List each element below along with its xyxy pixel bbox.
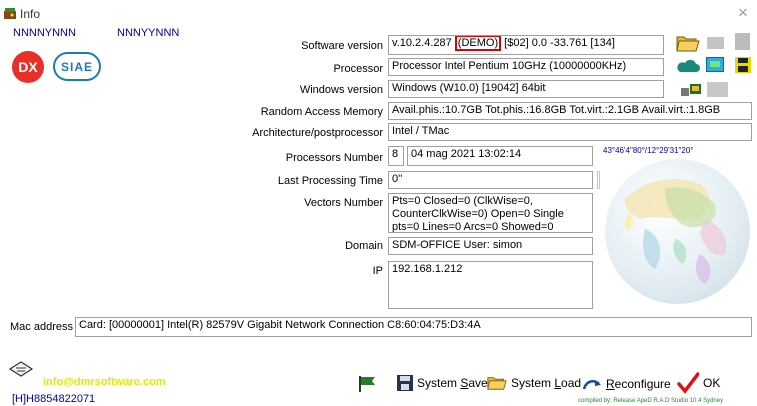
domain-field: SDM-OFFICE User: simon [388, 237, 593, 255]
last-processing-field: 0'' [388, 171, 593, 189]
ram-field: Avail.phis.:10.7GB Tot.phis.:16.8GB Tot.… [388, 102, 752, 120]
folder-icon[interactable] [676, 33, 700, 53]
network-icon[interactable] [680, 82, 702, 98]
disabled-icon [707, 37, 724, 49]
ip-label: IP [372, 265, 383, 277]
last-processing-label: Last Processing Time [277, 175, 383, 187]
flag-icon[interactable] [358, 375, 378, 393]
software-version-field: v.10.2.4.287 (DEMO) [$02] 0.0 -33.761 [1… [388, 35, 664, 55]
code-left: NNNNYNNN [13, 27, 76, 39]
reconfigure-label: Reconfigure [606, 377, 671, 391]
close-icon[interactable]: × [738, 3, 748, 23]
floppy-icon [397, 375, 413, 391]
windows-version-label: Windows version [299, 84, 383, 96]
vectors-number-label: Vectors Number [304, 197, 383, 209]
vectors-number-field: Pts=0 Closed=0 (ClkWise=0, CounterClkWis… [388, 193, 593, 233]
compiled-text: compiled by: Release ApeD R.A.D Studio 1… [578, 398, 724, 404]
ok-label: OK [703, 376, 721, 390]
title-bar [0, 0, 757, 26]
architecture-label: Architecture/postprocessor [252, 127, 383, 139]
processor-label: Processor [333, 63, 383, 75]
open-folder-icon [487, 377, 507, 390]
processors-count-field: 8 [388, 146, 404, 166]
side-box [597, 171, 600, 189]
siae-logo: SIAE [53, 52, 101, 81]
code-right: NNNYYNNN [117, 27, 180, 39]
reconfigure-button[interactable]: Reconfigure [582, 376, 671, 392]
disabled-save-icon [735, 33, 750, 50]
window-title: Info [20, 7, 41, 21]
architecture-field: Intel / TMac [388, 123, 752, 141]
siae-logo-text: SIAE [60, 59, 93, 74]
refresh-arrow-icon [582, 380, 601, 390]
system-load-label: System Load [511, 375, 582, 390]
software-version-suffix: [$02] 0.0 -33.761 [134] [501, 37, 615, 49]
software-version-label: Software version [301, 40, 383, 52]
cloud-icon[interactable] [676, 59, 700, 73]
globe-coords: 43°46'4"80°/12°29'31"20° [603, 146, 694, 155]
email-link[interactable]: info@dmrsoftware.com [43, 376, 166, 388]
mac-address-label: Mac address [10, 321, 73, 333]
dx-logo: DX [12, 51, 44, 83]
email-icon[interactable] [8, 360, 34, 378]
ram-label: Random Access Memory [260, 106, 383, 118]
domain-label: Domain [345, 240, 383, 252]
software-version-prefix: v.10.2.4.287 [392, 37, 455, 49]
save-icon[interactable] [735, 57, 751, 73]
processor-field: Processor Intel Pentium 10GHz (10000000K… [388, 58, 664, 76]
checkmark-icon [677, 372, 699, 394]
processors-datetime-field: 04 mag 2021 13:02:14 [407, 146, 593, 166]
system-save-label: System Save [417, 376, 488, 390]
app-icon [4, 8, 16, 19]
windows-version-field: Windows (W10.0) [19042] 64bit [388, 80, 664, 98]
demo-badge: (DEMO) [454, 36, 502, 51]
phone-text: [H]H8854822071 [12, 393, 96, 405]
ok-button[interactable]: OK [677, 372, 720, 394]
monitor-icon[interactable] [706, 57, 724, 72]
mac-address-field: Card: [00000001] Intel(R) 82579V Gigabit… [75, 317, 752, 337]
dx-logo-text: DX [18, 59, 38, 75]
system-save-button[interactable]: System Save [397, 375, 488, 391]
ip-field: 192.168.1.212 [388, 261, 593, 309]
globe-map [605, 159, 750, 304]
processors-number-label: Processors Number [285, 152, 383, 164]
disabled-network-icon [707, 82, 728, 97]
system-load-button[interactable]: System Load [487, 374, 581, 391]
